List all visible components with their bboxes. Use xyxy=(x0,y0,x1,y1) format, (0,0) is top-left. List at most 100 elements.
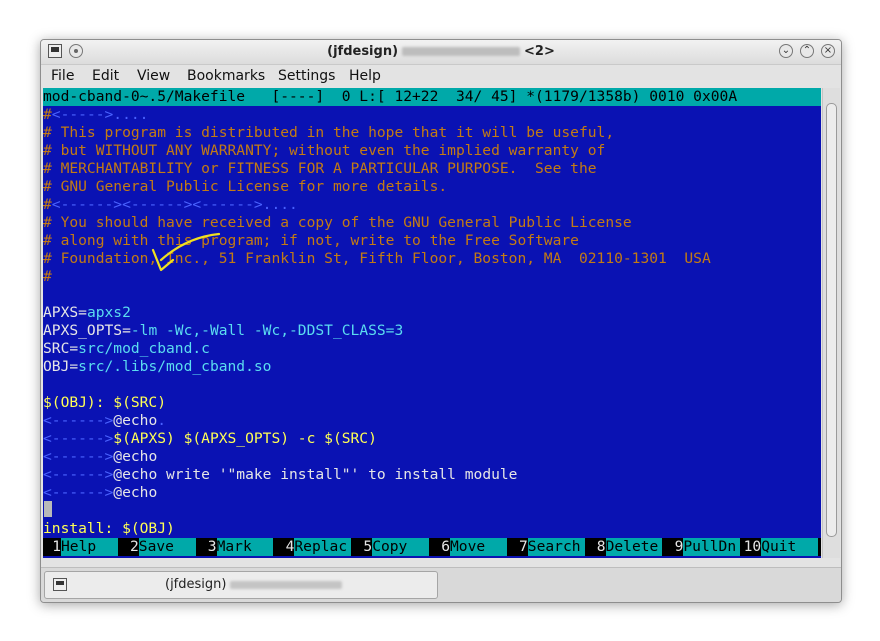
code-token: OBJ= xyxy=(43,358,79,375)
menu-view[interactable]: View xyxy=(137,68,170,84)
editor-status-line: mod-cband-0~.5/Makefile [----] 0 L:[ 12+… xyxy=(43,88,821,106)
code-line: APXS_OPTS=-lm -Wc,-Wall -Wc,-DDST_CLASS=… xyxy=(43,322,403,340)
session-tab-label: (jfdesign) xyxy=(165,577,227,592)
code-line: <------>$(APXS) $(APXS_OPTS) -c $(SRC) xyxy=(43,430,377,448)
function-key-search[interactable]: 7Search xyxy=(510,538,588,556)
code-token: apxs2 xyxy=(86,304,131,321)
function-key-label: Quit xyxy=(761,538,818,556)
code-line: OBJ=src/.libs/mod_cband.so xyxy=(43,358,271,376)
title-suffix: <2> xyxy=(524,44,555,59)
function-key-label: Copy xyxy=(372,538,429,556)
code-line: $(OBJ): $(SRC) xyxy=(43,394,166,412)
code-token: # along with this program; if not, write… xyxy=(43,232,579,249)
code-token: <------> xyxy=(43,484,114,501)
konsole-window: (jfdesign) <2> ⌄ ⌃ × File Edit View Bookm… xyxy=(40,39,842,603)
code-token: @echo xyxy=(113,484,158,501)
minimize-icon[interactable]: ⌄ xyxy=(779,44,793,58)
menu-bar: File Edit View Bookmarks Settings Help xyxy=(41,65,841,87)
code-token: -lm -Wc,-Wall -Wc,-DDST_CLASS=3 xyxy=(130,322,404,339)
code-token: SRC= xyxy=(43,340,79,357)
function-key-quit[interactable]: 10Quit xyxy=(743,538,821,556)
function-key-label: Mark xyxy=(216,538,274,556)
code-token: # xyxy=(43,106,52,123)
code-token: <------> xyxy=(43,448,114,465)
code-line: # along with this program; if not, write… xyxy=(43,232,579,250)
code-token: @echo xyxy=(113,412,158,429)
code-token: <----->.... xyxy=(51,106,149,123)
code-token: # GNU General Public License for more de… xyxy=(43,178,448,195)
code-token: <------><------><------>.... xyxy=(51,196,298,213)
function-key-help[interactable]: 1Help xyxy=(43,538,121,556)
maximize-icon[interactable]: ⌃ xyxy=(800,44,814,58)
session-tab[interactable]: (jfdesign) xyxy=(44,571,438,599)
code-token: $(APXS) $(APXS_OPTS) -c $(SRC) xyxy=(113,430,377,447)
code-line: # Foundation, Inc., 51 Franklin St, Fift… xyxy=(43,250,711,268)
redacted-hostname xyxy=(230,580,343,589)
code-token: # MERCHANTABILITY or FITNESS FOR A PARTI… xyxy=(43,160,597,177)
title-prefix: (jfdesign) xyxy=(327,44,399,59)
arrow-annotation-icon xyxy=(151,232,221,272)
code-token: APXS= xyxy=(43,304,87,321)
function-key-number: 9 xyxy=(674,538,684,555)
code-token: # Foundation, Inc., 51 Franklin St, Fift… xyxy=(43,250,711,267)
code-line: # You should have received a copy of the… xyxy=(43,214,632,232)
function-key-number: 3 xyxy=(207,538,217,555)
code-token: $(OBJ): $(SRC) xyxy=(43,394,167,411)
code-token: <------> xyxy=(43,466,114,483)
menu-edit[interactable]: Edit xyxy=(92,68,119,84)
title-bar[interactable]: (jfdesign) <2> ⌄ ⌃ × xyxy=(41,40,841,65)
function-key-number: 10 xyxy=(743,538,762,555)
function-key-pulldn[interactable]: 9PullDn xyxy=(665,538,743,556)
function-key-label: Search xyxy=(527,538,585,556)
code-line: # xyxy=(43,268,52,286)
menu-bookmarks[interactable]: Bookmarks xyxy=(187,68,265,84)
vertical-scrollbar[interactable] xyxy=(822,88,840,558)
code-token: . xyxy=(157,412,167,429)
code-line: install: $(OBJ) xyxy=(43,520,175,538)
function-key-label: PullDn xyxy=(683,538,741,556)
code-token: @echo write '"make install"' to install … xyxy=(113,466,518,483)
code-token: # You should have received a copy of the… xyxy=(43,214,632,231)
function-key-label: Move xyxy=(450,538,507,556)
menu-file[interactable]: File xyxy=(51,68,74,84)
code-line: # This program is distributed in the hop… xyxy=(43,124,614,142)
function-key-delete[interactable]: 8Delete xyxy=(588,538,666,556)
function-key-label: Replac xyxy=(294,538,352,556)
code-token: <------> xyxy=(43,430,114,447)
code-token: # This program is distributed in the hop… xyxy=(43,124,615,141)
function-key-mark[interactable]: 3Mark xyxy=(199,538,277,556)
text-cursor xyxy=(44,501,52,517)
code-line: # GNU General Public License for more de… xyxy=(43,178,447,196)
code-token: <------> xyxy=(43,412,114,429)
function-key-label: Save xyxy=(138,538,196,556)
code-token: src/.libs/mod_cband.so xyxy=(78,358,272,375)
code-line: <------>@echo. xyxy=(43,412,166,430)
code-line: # MERCHANTABILITY or FITNESS FOR A PARTI… xyxy=(43,160,597,178)
close-icon[interactable]: × xyxy=(821,44,835,58)
function-key-replac[interactable]: 4Replac xyxy=(276,538,354,556)
code-line: <------>@echo write '"make install"' to … xyxy=(43,466,517,484)
function-key-save[interactable]: 2Save xyxy=(121,538,199,556)
redacted-hostname xyxy=(402,47,521,56)
code-line: #<------><------><------>.... xyxy=(43,196,298,214)
code-token: @echo xyxy=(113,448,158,465)
function-key-move[interactable]: 6Move xyxy=(432,538,510,556)
code-token: install: $(OBJ) xyxy=(43,520,175,537)
menu-settings[interactable]: Settings xyxy=(278,68,335,84)
scrollbar-thumb[interactable] xyxy=(826,103,837,537)
terminal-task-icon xyxy=(53,578,67,591)
terminal-area[interactable]: mod-cband-0~.5/Makefile [----] 0 L:[ 12+… xyxy=(43,88,821,558)
code-token: # xyxy=(43,268,52,285)
code-token: # xyxy=(43,196,52,213)
function-key-number: 7 xyxy=(519,538,528,555)
session-tab-bar: (jfdesign) xyxy=(41,567,841,602)
code-line: # but WITHOUT ANY WARRANTY; without even… xyxy=(43,142,605,160)
code-token: src/mod_cband.c xyxy=(78,340,210,357)
function-key-number: 2 xyxy=(130,538,139,555)
function-key-number: 6 xyxy=(441,538,450,555)
function-key-number: 5 xyxy=(363,538,373,555)
code-line: <------>@echo xyxy=(43,448,157,466)
menu-help[interactable]: Help xyxy=(349,68,381,84)
code-line: <------>@echo xyxy=(43,484,157,502)
function-key-copy[interactable]: 5Copy xyxy=(354,538,432,556)
